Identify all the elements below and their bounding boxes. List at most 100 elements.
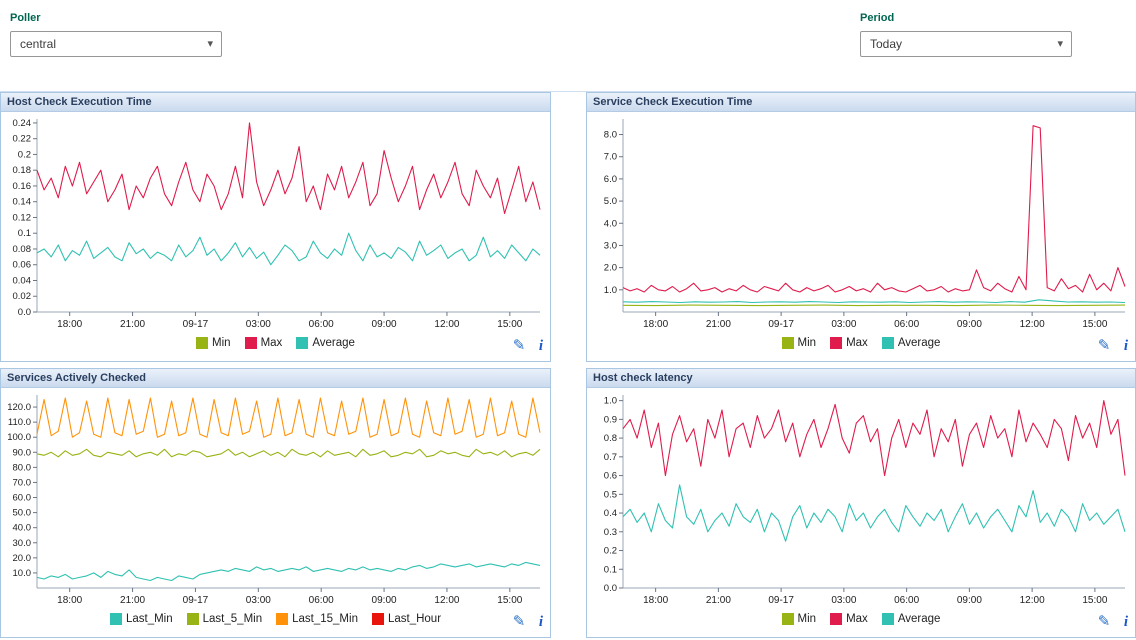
legend-item: Min (782, 337, 817, 349)
svg-text:0.06: 0.06 (13, 260, 32, 271)
svg-text:0.4: 0.4 (604, 508, 617, 519)
dashboard-page: Poller central ▾ Period Today ▾ Host Che… (0, 0, 1136, 640)
edit-icon[interactable]: ✎ (1098, 613, 1111, 630)
legend-label: Min (798, 613, 817, 625)
filter-header: Poller central ▾ Period Today ▾ (0, 0, 1136, 91)
svg-text:0.24: 0.24 (13, 118, 32, 129)
svg-text:30.0: 30.0 (13, 538, 32, 549)
svg-text:0.1: 0.1 (604, 564, 617, 575)
legend-swatch (372, 613, 384, 625)
legend-label: Average (898, 337, 941, 349)
svg-text:0.02: 0.02 (13, 291, 32, 302)
chart-legend: Min Max Average (775, 612, 948, 630)
chart-legend: MinMaxAverage (189, 336, 362, 354)
chart-title: Service Check Execution Time (587, 93, 1135, 112)
legend-swatch (245, 337, 257, 349)
period-select[interactable]: Today ▾ (860, 31, 1072, 57)
legend-label: Last_Min (126, 613, 173, 625)
svg-text:15:00: 15:00 (497, 595, 522, 606)
svg-text:40.0: 40.0 (13, 523, 32, 534)
svg-text:110.0: 110.0 (8, 417, 31, 428)
info-icon[interactable]: i (1124, 614, 1128, 630)
info-icon[interactable]: i (539, 614, 543, 630)
svg-text:09-17: 09-17 (768, 319, 794, 330)
svg-text:0.18: 0.18 (13, 165, 32, 176)
chart-footer: Last_Min Last_5_Min Last_15_Min Last_Hour ✎… (1, 609, 550, 637)
svg-text:21:00: 21:00 (706, 595, 731, 606)
chart-title: Services Actively Checked (1, 369, 550, 388)
svg-text:18:00: 18:00 (57, 595, 82, 606)
legend-label: Max (846, 337, 868, 349)
svg-text:0.1: 0.1 (18, 228, 31, 239)
panel-host-check-latency: Host check latency 1.00.90.80.70.60.50.4… (586, 368, 1136, 638)
svg-text:0.5: 0.5 (604, 489, 617, 500)
svg-text:0.22: 0.22 (13, 134, 32, 145)
legend-swatch (830, 613, 842, 625)
svg-text:09:00: 09:00 (372, 595, 397, 606)
legend-item: Max (830, 337, 868, 349)
poller-field: Poller central ▾ (10, 12, 222, 57)
svg-text:09-17: 09-17 (183, 319, 209, 330)
svg-text:60.0: 60.0 (13, 493, 32, 504)
svg-text:90.0: 90.0 (13, 447, 32, 458)
chart-canvas: 0.240.220.20.180.160.140.120.10.080.060.… (1, 112, 550, 333)
edit-icon[interactable]: ✎ (513, 613, 526, 630)
chart-footer: Min Max Average ✎ i (587, 609, 1135, 637)
legend-swatch (110, 613, 122, 625)
svg-text:0.9: 0.9 (604, 414, 617, 425)
svg-text:0.04: 0.04 (13, 275, 32, 286)
legend-label: Min (798, 337, 817, 349)
svg-text:15:00: 15:00 (1082, 319, 1107, 330)
poller-select[interactable]: central ▾ (10, 31, 222, 57)
legend-label: Last_5_Min (203, 613, 262, 625)
info-icon[interactable]: i (539, 338, 543, 354)
legend-label: Max (846, 613, 868, 625)
svg-text:0.2: 0.2 (18, 149, 31, 160)
chart-actions: ✎ i (1098, 612, 1128, 631)
svg-text:09:00: 09:00 (372, 319, 397, 330)
svg-text:0.8: 0.8 (604, 433, 617, 444)
svg-text:0.0: 0.0 (604, 583, 617, 594)
svg-text:06:00: 06:00 (309, 319, 334, 330)
info-icon[interactable]: i (1124, 338, 1128, 354)
svg-text:03:00: 03:00 (246, 595, 271, 606)
svg-text:7.0: 7.0 (604, 152, 617, 163)
legend-swatch (882, 337, 894, 349)
svg-text:21:00: 21:00 (120, 595, 145, 606)
period-select-value: Today (870, 37, 902, 51)
svg-text:12:00: 12:00 (434, 319, 459, 330)
legend-item: Average (882, 337, 941, 349)
chart-title: Host Check Execution Time (1, 93, 550, 112)
poller-label: Poller (10, 12, 222, 24)
legend-item: Average (882, 613, 941, 625)
chevron-down-icon: ▾ (1057, 37, 1063, 50)
chart-actions: ✎ i (513, 336, 543, 355)
svg-text:18:00: 18:00 (643, 319, 668, 330)
legend-item: Last_Hour (372, 613, 441, 625)
legend-label: Average (898, 613, 941, 625)
chart-canvas: 8.07.06.05.04.03.02.01.018:0021:0009-170… (587, 112, 1135, 333)
svg-text:12:00: 12:00 (434, 595, 459, 606)
legend-swatch (196, 337, 208, 349)
svg-text:0.3: 0.3 (604, 527, 617, 538)
chart-actions: ✎ i (513, 612, 543, 631)
svg-text:4.0: 4.0 (604, 218, 617, 229)
legend-item: Min (196, 337, 231, 349)
svg-text:70.0: 70.0 (13, 477, 32, 488)
chart-actions: ✎ i (1098, 336, 1128, 355)
svg-text:0.12: 0.12 (13, 212, 32, 223)
svg-text:1.0: 1.0 (604, 285, 617, 296)
legend-item: Max (830, 613, 868, 625)
legend-item: Last_Min (110, 613, 173, 625)
legend-label: Min (212, 337, 231, 349)
svg-text:09-17: 09-17 (183, 595, 209, 606)
svg-text:2.0: 2.0 (604, 263, 617, 274)
legend-item: Average (296, 337, 355, 349)
charts-grid: Host Check Execution Time 0.24 0.22 0.2 0.1… (0, 91, 1136, 638)
legend-item: Min (782, 613, 817, 625)
edit-icon[interactable]: ✎ (1098, 337, 1111, 354)
edit-icon[interactable]: ✎ (513, 337, 526, 354)
svg-text:03:00: 03:00 (246, 319, 271, 330)
svg-text:18:00: 18:00 (643, 595, 668, 606)
legend-item: Last_15_Min (276, 613, 358, 625)
